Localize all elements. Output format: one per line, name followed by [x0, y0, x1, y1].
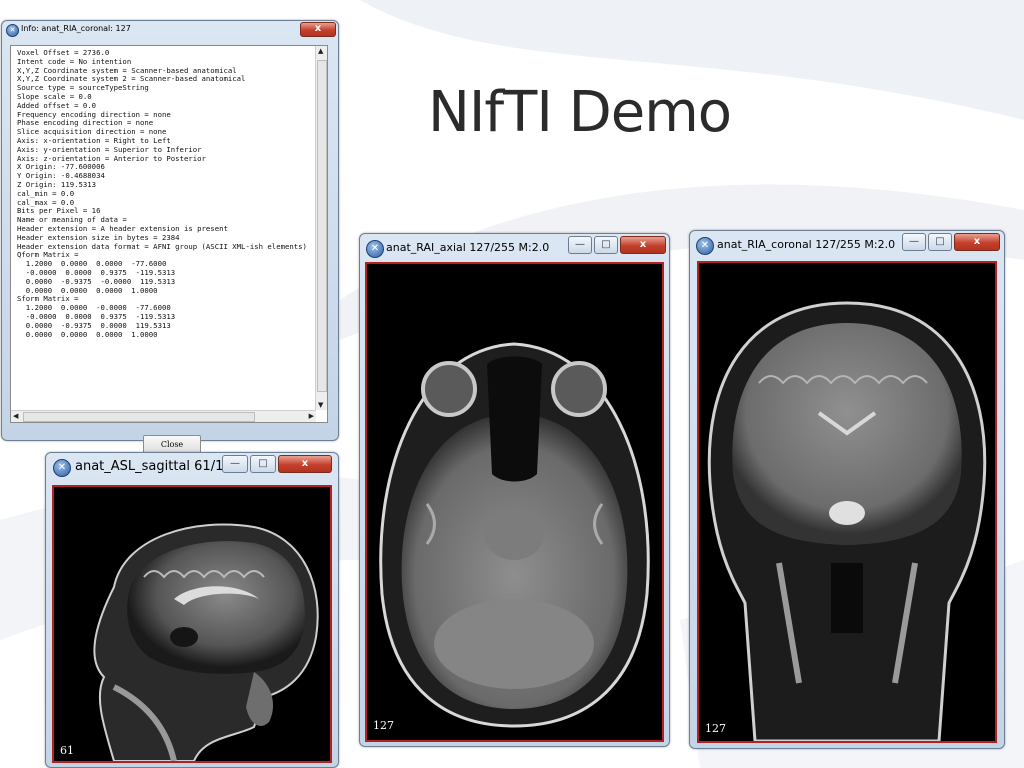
coronal-brain-image	[707, 301, 987, 743]
horizontal-scrollbar[interactable]: ◀ ▶	[11, 410, 316, 422]
app-icon: ✕	[696, 237, 714, 255]
coronal-title: anat_RIA_coronal 127/255 M:2.0	[717, 238, 896, 251]
close-icon[interactable]: x	[620, 236, 666, 254]
scroll-left-arrow-icon[interactable]: ◀	[13, 412, 18, 420]
slice-number: 127	[373, 719, 394, 732]
scroll-thumb[interactable]	[317, 60, 327, 392]
coronal-titlebar[interactable]: ✕ anat_RIA_coronal 127/255 M:2.0 — □ x	[690, 231, 1004, 257]
axial-titlebar[interactable]: ✕ anat_RAI_axial 127/255 M:2.0 — □ x	[360, 234, 669, 260]
info-window-title: Info: anat_RIA_coronal: 127	[21, 24, 131, 33]
scroll-right-arrow-icon[interactable]: ▶	[309, 412, 314, 420]
sagittal-titlebar[interactable]: ✕ anat_ASL_sagittal 61/1... — □ x	[46, 453, 338, 479]
app-icon: ✕	[366, 240, 384, 258]
maximize-icon[interactable]: □	[928, 233, 952, 251]
scroll-down-arrow-icon[interactable]: ▼	[318, 401, 323, 409]
maximize-icon[interactable]: □	[250, 455, 276, 473]
header-info-text: Voxel Offset = 2736.0 Intent code = No in…	[17, 48, 313, 339]
info-line: 0.0000 0.0000 0.0000 1.0000	[17, 329, 158, 339]
sagittal-image-canvas[interactable]: 61	[52, 485, 332, 763]
vertical-scrollbar[interactable]: ▲ ▼	[315, 46, 327, 410]
sagittal-brain-image	[93, 523, 319, 762]
close-icon[interactable]: x	[278, 455, 332, 473]
slice-number: 127	[705, 722, 726, 735]
axial-brain-image	[379, 342, 650, 728]
slide-title: NIfTI Demo	[428, 80, 732, 145]
header-info-textarea[interactable]: Voxel Offset = 2736.0 Intent code = No in…	[10, 45, 328, 423]
axial-title: anat_RAI_axial 127/255 M:2.0	[386, 241, 550, 254]
coronal-image-canvas[interactable]: 127	[697, 261, 997, 743]
minimize-icon[interactable]: —	[902, 233, 926, 251]
app-icon: ✕	[53, 459, 71, 477]
axial-image-canvas[interactable]: 127	[365, 262, 664, 742]
maximize-icon[interactable]: □	[594, 236, 618, 254]
minimize-icon[interactable]: —	[568, 236, 592, 254]
coronal-window[interactable]: ✕ anat_RIA_coronal 127/255 M:2.0 — □ x 1…	[689, 230, 1005, 749]
sagittal-window[interactable]: ✕ anat_ASL_sagittal 61/1... — □ x 61	[45, 452, 339, 768]
info-window-titlebar[interactable]: ✕ Info: anat_RIA_coronal: 127 x	[2, 21, 338, 47]
scroll-up-arrow-icon[interactable]: ▲	[318, 47, 323, 55]
info-window[interactable]: ✕ Info: anat_RIA_coronal: 127 x Voxel Of…	[1, 20, 339, 455]
close-icon[interactable]: x	[300, 22, 336, 37]
sagittal-title: anat_ASL_sagittal 61/1...	[75, 459, 236, 474]
app-icon: ✕	[6, 24, 19, 37]
horizontal-scroll-thumb[interactable]	[23, 412, 255, 422]
axial-window[interactable]: ✕ anat_RAI_axial 127/255 M:2.0 — □ x 127	[359, 233, 670, 747]
close-icon[interactable]: x	[954, 233, 1000, 251]
slice-number: 61	[60, 744, 74, 757]
minimize-icon[interactable]: —	[222, 455, 248, 473]
